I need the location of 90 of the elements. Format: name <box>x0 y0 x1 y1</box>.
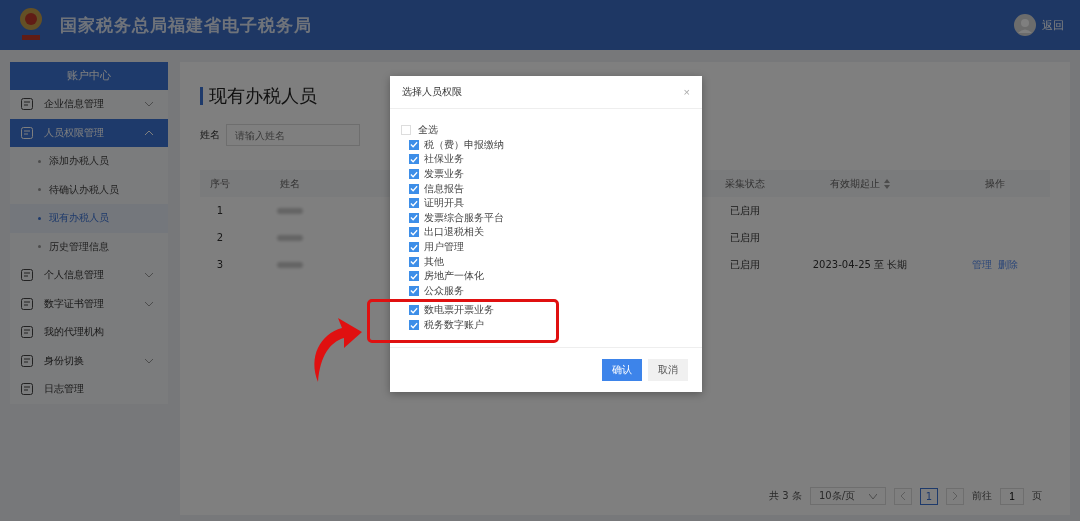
option-label: 发票综合服务平台 <box>424 210 504 225</box>
submenu-item[interactable]: 添加办税人员 <box>10 147 168 176</box>
sidebar-item[interactable]: 身份切换 <box>10 346 168 375</box>
back-link[interactable]: 返回 <box>1042 17 1064 33</box>
submenu-item[interactable]: 历史管理信息 <box>10 232 168 261</box>
chevron-icon <box>144 272 154 279</box>
chevron-right-icon <box>952 492 958 500</box>
checkbox[interactable] <box>409 212 419 223</box>
menu-icon <box>20 353 34 368</box>
column-header: 有效期起止 <box>780 176 940 191</box>
option-label: 房地产一体化 <box>424 269 484 284</box>
blurred-text <box>277 207 303 214</box>
submenu-item[interactable]: 待确认办税人员 <box>10 175 168 204</box>
option-label: 税务数字账户 <box>424 318 484 332</box>
page-suffix: 页 <box>1032 489 1042 503</box>
caret-icon <box>869 493 877 499</box>
option-label: 社保业务 <box>424 152 464 167</box>
sidebar-item[interactable]: 数字证书管理 <box>10 289 168 318</box>
table-cell-text: 已启用 <box>729 257 761 272</box>
submenu-item[interactable]: 现有办税人员 <box>10 204 168 233</box>
option-label: 出口退税相关 <box>424 225 484 240</box>
page-size-select[interactable]: 10条/页 <box>809 487 886 505</box>
table-cell-text: 3 <box>215 259 225 270</box>
checkbox[interactable] <box>409 285 419 296</box>
menu-icon <box>20 125 34 140</box>
table-cell-text: 2023-04-25 至 长期 <box>811 257 909 272</box>
chevron-icon <box>144 357 154 364</box>
menu-icon <box>20 97 34 112</box>
page-button[interactable]: 1 <box>920 487 938 505</box>
option-label: 发票业务 <box>424 167 464 182</box>
sidebar-item[interactable]: 个人信息管理 <box>10 261 168 290</box>
chevron-icon <box>144 129 154 136</box>
sidebar-title: 账户中心 <box>10 62 168 90</box>
dialog-title: 选择人员权限 <box>402 85 462 99</box>
checkbox[interactable] <box>409 169 419 180</box>
table-cell-text: 已启用 <box>729 230 761 245</box>
site-title: 国家税务总局福建省电子税务局 <box>60 13 312 37</box>
table-cell-text: 已启用 <box>729 203 761 218</box>
checkbox[interactable] <box>409 198 419 209</box>
action-link[interactable]: 删除 <box>998 257 1018 272</box>
blurred-text <box>277 234 303 241</box>
column-header: 操作 <box>984 176 1006 191</box>
cancel-button[interactable]: 取消 <box>648 359 688 381</box>
sidebar-item[interactable]: 我的代理机构 <box>10 318 168 347</box>
sort-icon <box>884 178 890 189</box>
action-link[interactable]: 管理 <box>972 257 992 272</box>
checkbox[interactable] <box>409 139 419 150</box>
menu-icon <box>20 382 34 397</box>
checkbox[interactable] <box>409 305 419 316</box>
sidebar-item[interactable]: 日志管理 <box>10 375 168 404</box>
menu-icon <box>20 325 34 340</box>
option-label: 用户管理 <box>424 240 464 255</box>
menu-icon <box>20 296 34 311</box>
goto-label: 前往 <box>972 489 992 503</box>
sidebar-item[interactable]: 企业信息管理 <box>10 90 168 119</box>
option-label: 税（费）申报缴纳 <box>424 137 504 152</box>
chevron-icon <box>144 300 154 307</box>
chevron-icon <box>144 101 154 108</box>
filter-label: 姓名 <box>200 128 220 142</box>
table-cell-text: 2 <box>215 232 225 243</box>
checkbox[interactable] <box>409 183 419 194</box>
checkbox[interactable] <box>409 227 419 238</box>
checkbox[interactable] <box>409 271 419 282</box>
page-number-field[interactable]: 1 <box>1000 487 1024 505</box>
column-header: 姓名 <box>279 176 301 191</box>
checkbox[interactable] <box>409 320 419 330</box>
checkbox[interactable] <box>409 154 419 165</box>
option-label: 信息报告 <box>424 181 464 196</box>
close-button[interactable]: × <box>683 86 690 98</box>
next-page-button[interactable] <box>946 487 964 505</box>
column-header: 序号 <box>209 176 231 191</box>
previous-page-button[interactable] <box>894 487 912 505</box>
confirm-button[interactable]: 确认 <box>602 359 642 381</box>
option-label: 证明开具 <box>424 196 464 211</box>
table-cell-text: 1 <box>215 205 225 216</box>
checkbox[interactable] <box>409 256 419 267</box>
menu-icon <box>20 268 34 283</box>
page-title: 现有办税人员 <box>209 84 317 108</box>
option-label: 全选 <box>418 123 438 138</box>
sidebar-item[interactable]: 人员权限管理 <box>10 118 168 147</box>
chevron-left-icon <box>900 492 906 500</box>
checkbox[interactable] <box>409 242 419 253</box>
option-label: 其他 <box>424 254 444 269</box>
name-input-field[interactable]: 请输入姓名 <box>226 124 360 146</box>
blurred-text <box>277 261 303 268</box>
option-label: 数电票开票业务 <box>424 303 494 318</box>
avatar-icon <box>1014 14 1036 36</box>
option-label: 公众服务 <box>424 283 464 298</box>
column-header: 采集状态 <box>724 176 766 191</box>
total-count: 共 3 条 <box>769 489 802 503</box>
